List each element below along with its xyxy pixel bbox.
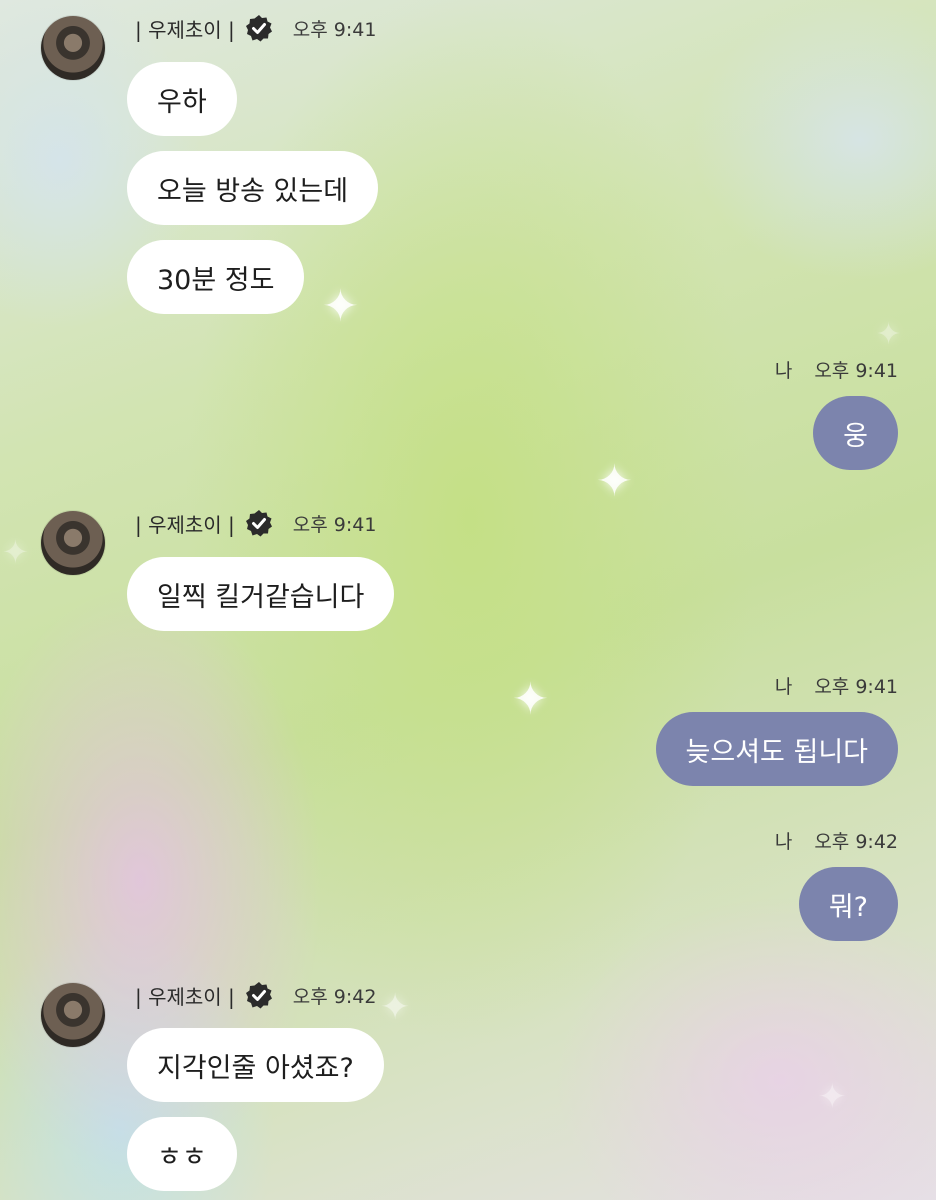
sender-avatar[interactable] <box>41 511 105 575</box>
sender-header: | 우제초이 | 오후 9:41 <box>135 508 376 538</box>
message-time: 오후 9:42 <box>814 830 898 853</box>
message-time: 오후 9:41 <box>814 359 898 382</box>
sparkle-decoration: ✦ <box>818 1077 847 1117</box>
message-time: 오후 9:41 <box>292 18 377 41</box>
incoming-message-bubble[interactable]: 지각인줄 아셨죠? <box>127 1028 384 1102</box>
sparkle-decoration: ✦ <box>322 281 359 332</box>
message-time: 오후 9:42 <box>292 985 377 1008</box>
sender-name[interactable]: | 우제초이 | <box>135 14 235 43</box>
reply-header: 나 오후 9:41 <box>775 354 898 384</box>
sender-name[interactable]: | 우제초이 | <box>135 509 235 538</box>
outgoing-message-bubble[interactable]: 웅 <box>813 396 898 470</box>
sparkle-decoration: ✦ <box>512 674 549 725</box>
sender-header: | 우제초이 | 오후 9:41 <box>135 13 376 43</box>
sender-avatar[interactable] <box>41 16 105 80</box>
reply-header: 나 오후 9:41 <box>775 670 898 700</box>
me-label: 나 <box>774 675 793 698</box>
verified-check-icon <box>245 982 272 1009</box>
me-label: 나 <box>774 830 793 853</box>
incoming-message-bubble[interactable]: 30분 정도 <box>127 240 305 314</box>
me-label: 나 <box>774 359 793 382</box>
incoming-message-bubble[interactable]: ㅎㅎ <box>127 1117 237 1191</box>
sparkle-decoration: ✦ <box>876 317 902 352</box>
incoming-message-bubble[interactable]: 우하 <box>127 62 237 136</box>
outgoing-message-bubble[interactable]: 늦으셔도 됩니다 <box>655 712 898 786</box>
message-time: 오후 9:41 <box>292 513 377 536</box>
verified-check-icon <box>245 15 272 42</box>
sparkle-decoration: ✦ <box>380 987 411 1028</box>
incoming-message-bubble[interactable]: 오늘 방송 있는데 <box>127 151 379 225</box>
message-time: 오후 9:41 <box>814 675 898 698</box>
sparkle-decoration: ✦ <box>2 533 29 571</box>
sparkle-decoration: ✦ <box>596 456 633 507</box>
sender-name[interactable]: | 우제초이 | <box>135 981 235 1010</box>
outgoing-message-bubble[interactable]: 뭐? <box>798 867 898 941</box>
sender-header: | 우제초이 | 오후 9:42 <box>135 980 376 1010</box>
incoming-message-bubble[interactable]: 일찍 킬거같습니다 <box>127 557 395 631</box>
sender-avatar[interactable] <box>41 983 105 1047</box>
verified-check-icon <box>245 510 272 537</box>
reply-header: 나 오후 9:42 <box>775 825 898 855</box>
